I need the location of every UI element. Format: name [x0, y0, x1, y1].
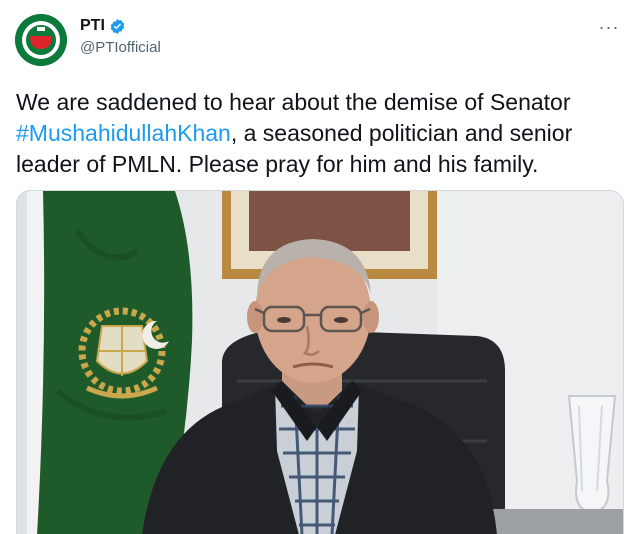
verified-badge-icon — [110, 18, 125, 34]
tweet-text-start: We are saddened to hear about the demise… — [16, 89, 571, 115]
tweet-text: We are saddened to hear about the demise… — [16, 87, 628, 180]
hashtag-link[interactable]: #MushahidullahKhan — [16, 120, 231, 146]
author-block: PTI @PTIofficial — [80, 16, 161, 56]
more-options-icon: ··· — [598, 17, 620, 37]
tweet-photo[interactable] — [16, 190, 624, 534]
handle[interactable]: @PTIofficial — [80, 39, 161, 56]
avatar[interactable] — [15, 14, 67, 66]
display-name[interactable]: PTI — [80, 17, 105, 35]
tweet-card: PTI @PTIofficial ··· We are saddened to … — [0, 0, 640, 534]
pti-logo-icon — [15, 14, 67, 66]
more-options-button[interactable]: ··· — [596, 14, 622, 40]
senator-portrait-image — [17, 191, 623, 534]
